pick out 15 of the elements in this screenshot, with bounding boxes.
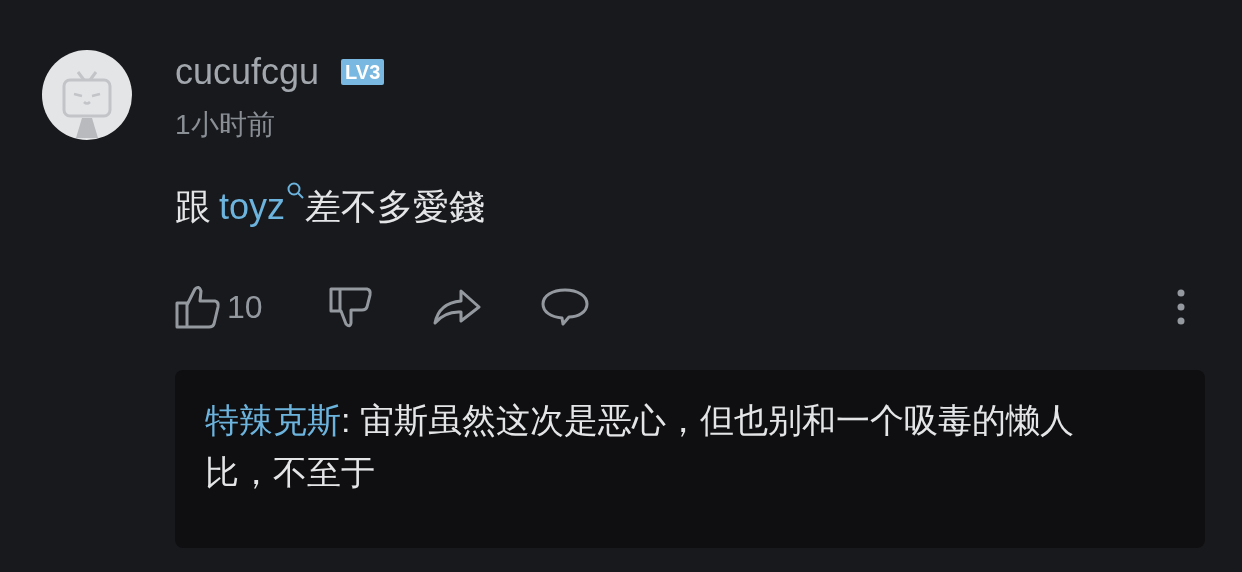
- thumbs-up-icon: [175, 285, 221, 329]
- comment-text: 跟: [175, 185, 211, 229]
- reply-author-link[interactable]: 特辣克斯: [205, 401, 341, 439]
- avatar-icon[interactable]: [42, 50, 132, 140]
- username[interactable]: cucufcgu: [175, 54, 320, 90]
- level-badge: LV3: [341, 59, 385, 85]
- reply-text: 特辣克斯: 宙斯虽然这次是恶心，但也别和一个吸毒的懒人比，不至于: [205, 400, 1075, 493]
- more-icon[interactable]: [1177, 289, 1185, 325]
- like-button[interactable]: 10: [175, 283, 263, 331]
- search-link[interactable]: toyz: [219, 180, 306, 234]
- comment-text: 差不多愛錢: [305, 185, 486, 229]
- comment-icon[interactable]: [540, 287, 589, 327]
- search-icon: [287, 182, 306, 200]
- timestamp: 1小时前: [175, 109, 275, 140]
- share-icon[interactable]: [432, 287, 481, 327]
